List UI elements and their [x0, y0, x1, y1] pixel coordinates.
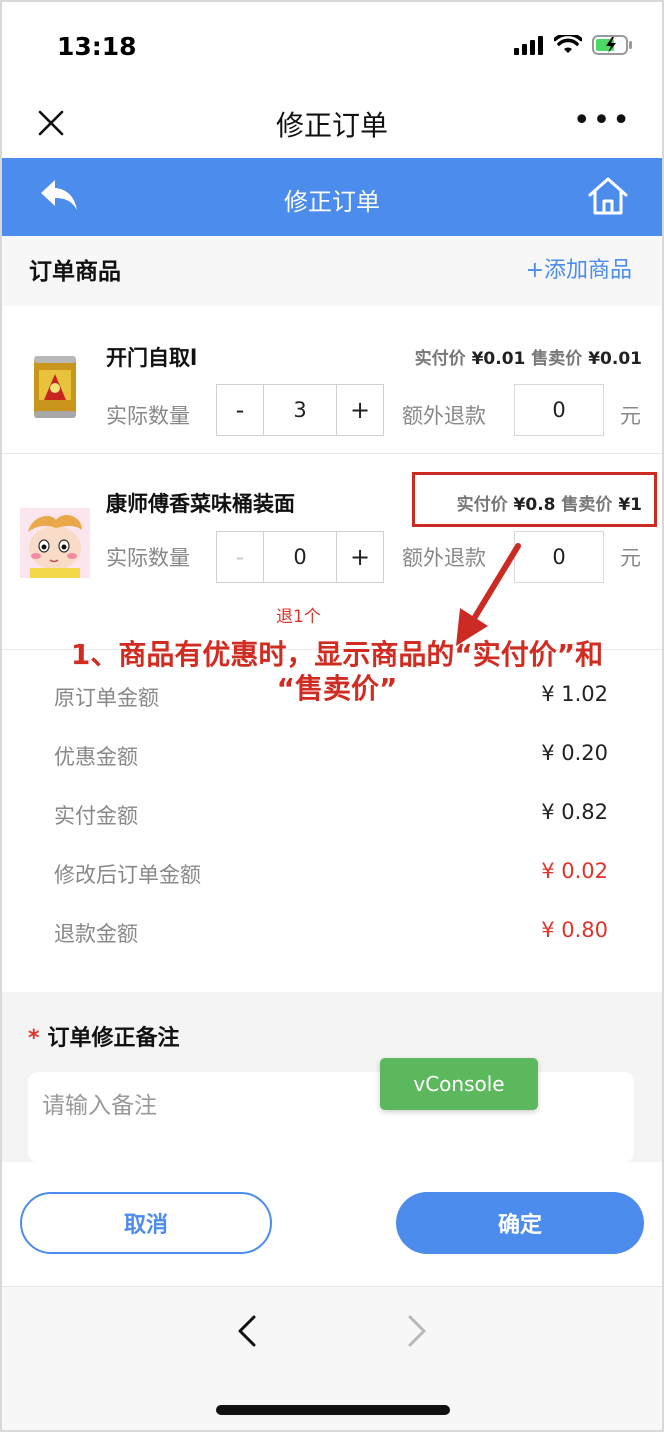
browser-nav-bar	[2, 1286, 662, 1430]
chevron-right-icon[interactable]	[402, 1313, 432, 1349]
summary-value: ¥ 0.82	[541, 800, 608, 824]
header-title: 修正订单	[284, 188, 380, 216]
signal-icon	[514, 36, 543, 55]
currency-unit: 元	[620, 404, 641, 428]
annotation-arrow-icon	[456, 543, 521, 646]
annotation-highlight-box	[412, 472, 657, 527]
decrease-button[interactable]: -	[217, 385, 263, 435]
summary-row-paid: 实付金额 ¥ 0.82	[2, 800, 662, 840]
quantity-stepper: - 3 +	[216, 384, 384, 436]
annotation-text: 1、商品有优惠时，显示商品的“实付价”和 “售卖价”	[22, 638, 652, 706]
vconsole-button[interactable]: vConsole	[380, 1058, 538, 1110]
product-image-can	[34, 356, 76, 418]
wechat-page-title: 修正订单	[275, 109, 388, 142]
remark-title: * 订单修正备注	[28, 1020, 180, 1052]
summary-row-modified: 修改后订单金额 ¥ 0.02	[2, 859, 662, 899]
currency-unit: 元	[620, 546, 641, 570]
quantity-label: 实际数量	[106, 404, 190, 428]
status-bar: 13:18	[2, 2, 662, 88]
cancel-button[interactable]: 取消	[20, 1192, 272, 1254]
remark-title-text: 订单修正备注	[47, 1026, 180, 1051]
order-items-header: 订单商品 +添加商品	[2, 236, 662, 306]
product-price-line: 实付价 ¥0.01 售卖价 ¥0.01	[415, 344, 642, 369]
product-row: 开门自取l 实付价 ¥0.01 售卖价 ¥0.01 实际数量 - 3 + 额外退…	[2, 306, 662, 454]
summary-value: ¥ 0.20	[541, 741, 608, 765]
action-bar: 取消 确定	[2, 1162, 662, 1286]
wifi-icon	[554, 35, 582, 53]
add-product-link[interactable]: +添加商品	[526, 252, 632, 284]
app-header: 修正订单	[2, 158, 662, 236]
summary-value: ¥ 0.02	[541, 859, 608, 883]
quantity-value[interactable]: 0	[263, 532, 337, 582]
summary-label: 实付金额	[54, 804, 138, 828]
confirm-button[interactable]: 确定	[396, 1192, 644, 1254]
wechat-nav-bar: 修正订单 •••	[2, 88, 662, 158]
product-name: 开门自取l	[106, 346, 198, 370]
remark-input[interactable]: 请输入备注	[28, 1072, 634, 1162]
summary-value: ¥ 0.80	[541, 918, 608, 942]
paid-price-label: 实付价	[414, 349, 466, 369]
product-name: 康师傅香菜味桶装面	[106, 492, 295, 516]
home-icon[interactable]	[586, 174, 630, 218]
sale-price-label: 售卖价	[531, 349, 583, 369]
section-title: 订单商品	[29, 259, 121, 285]
remark-section: * 订单修正备注 请输入备注	[2, 992, 662, 1162]
increase-button[interactable]: +	[337, 385, 383, 435]
annotation-line-2: “售卖价”	[276, 672, 398, 705]
decrease-button[interactable]: -	[217, 532, 263, 582]
extra-refund-label: 额外退款	[402, 404, 486, 428]
summary-label: 修改后订单金额	[54, 863, 201, 887]
chevron-left-icon[interactable]	[232, 1313, 262, 1349]
quantity-stepper: - 0 +	[216, 531, 384, 583]
annotation-line-1: 1、商品有优惠时，显示商品的“实付价”和	[70, 638, 604, 671]
paid-price-value: ¥0.01	[471, 349, 526, 369]
summary-row-discount: 优惠金额 ¥ 0.20	[2, 741, 662, 781]
summary-label: 退款金额	[54, 922, 138, 946]
summary-row-refund: 退款金额 ¥ 0.80	[2, 918, 662, 958]
phone-screen: 13:18 修正订单 ••• 修正订单 订单商品 +添加商品 开门自取l 实付价…	[0, 0, 664, 1432]
more-icon[interactable]: •••	[573, 106, 632, 136]
quantity-value[interactable]: 3	[263, 385, 337, 435]
summary-label: 优惠金额	[54, 745, 138, 769]
home-indicator	[216, 1405, 450, 1415]
extra-refund-input[interactable]: 0	[514, 384, 604, 436]
increase-button[interactable]: +	[337, 532, 383, 582]
required-star: *	[28, 1026, 40, 1051]
quantity-label: 实际数量	[106, 546, 190, 570]
status-icons	[514, 34, 634, 56]
product-image-cartoon	[20, 508, 90, 578]
battery-icon	[592, 35, 632, 55]
status-time: 13:18	[57, 32, 137, 61]
sale-price-value: ¥0.01	[588, 349, 642, 369]
return-count-note: 退1个	[276, 607, 321, 627]
